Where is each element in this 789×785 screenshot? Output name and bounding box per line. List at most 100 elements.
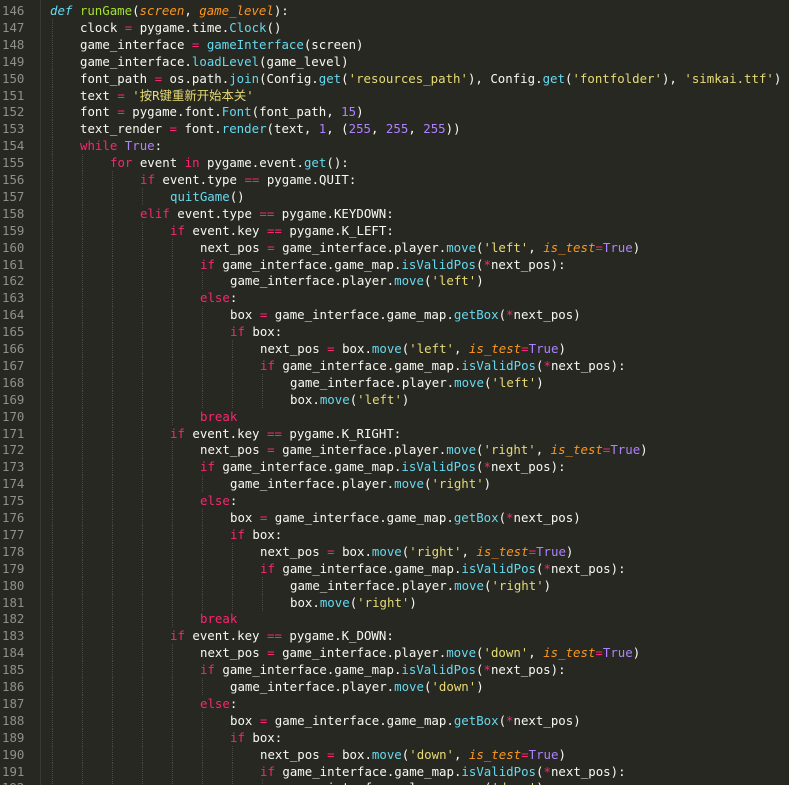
code-line[interactable]: 192 game_interface.player.move('down') — [0, 779, 789, 785]
code-line[interactable]: 176 box = game_interface.game_map.getBox(… — [0, 509, 789, 526]
code-text[interactable]: if event.key == pygame.K_DOWN: — [170, 627, 394, 644]
code-text[interactable]: break — [200, 610, 237, 627]
code-text[interactable]: else: — [200, 289, 237, 306]
code-text[interactable]: if game_interface.game_map.isValidPos(*n… — [260, 357, 626, 374]
code-line[interactable]: 168 game_interface.player.move('left') — [0, 373, 789, 391]
indent-guide — [52, 711, 53, 729]
code-line[interactable]: 154 while True: — [0, 137, 789, 155]
code-line[interactable]: 151 text = '按R键重新开始本关' — [0, 86, 789, 104]
code-text[interactable]: else: — [200, 492, 237, 509]
code-text[interactable]: if box: — [230, 729, 282, 746]
code-line[interactable]: 173 if game_interface.game_map.isValidPos… — [0, 458, 789, 476]
code-line[interactable]: 186 game_interface.player.move('down') — [0, 678, 789, 695]
code-line[interactable]: 182 break — [0, 610, 789, 628]
code-line[interactable]: 147 clock = pygame.time.Clock() — [0, 18, 789, 36]
code-line[interactable]: 169 box.move('left') — [0, 390, 789, 408]
code-text[interactable]: next_pos = box.move('right', is_test=Tru… — [260, 543, 573, 560]
code-text[interactable]: quitGame() — [170, 188, 245, 205]
code-text[interactable]: box = game_interface.game_map.getBox(*ne… — [230, 712, 581, 729]
code-line[interactable]: 184 next_pos = game_interface.player.move… — [0, 644, 789, 662]
code-text[interactable]: elif event.type == pygame.KEYDOWN: — [140, 205, 394, 222]
code-text[interactable]: game_interface.player.move('right') — [230, 475, 491, 492]
code-line[interactable]: 149 game_interface.loadLevel(game_level) — [0, 52, 789, 70]
code-text[interactable]: if game_interface.game_map.isValidPos(*n… — [260, 763, 626, 780]
code-text[interactable]: text_render = font.render(text, 1, (255,… — [80, 120, 461, 137]
code-text[interactable]: font = pygame.font.Font(font_path, 15) — [80, 103, 364, 120]
code-text[interactable]: if box: — [230, 323, 282, 340]
code-text[interactable]: break — [200, 408, 237, 425]
code-text[interactable]: clock = pygame.time.Clock() — [80, 19, 281, 36]
code-line[interactable]: 172 next_pos = game_interface.player.move… — [0, 441, 789, 459]
code-line[interactable]: 167 if game_interface.game_map.isValidPos… — [0, 356, 789, 374]
code-text[interactable]: box.move('right') — [290, 594, 417, 611]
line-number: 146 — [2, 3, 25, 18]
code-line[interactable]: 190 next_pos = box.move('down', is_test=T… — [0, 745, 789, 763]
code-line[interactable]: 161 if game_interface.game_map.isValidPos… — [0, 255, 789, 273]
code-text[interactable]: if game_interface.game_map.isValidPos(*n… — [200, 661, 566, 678]
code-line[interactable]: 191 if game_interface.game_map.isValidPos… — [0, 762, 789, 780]
code-text[interactable]: game_interface.player.move('left') — [230, 272, 484, 289]
code-line[interactable]: 178 next_pos = box.move('right', is_test=… — [0, 542, 789, 560]
code-text[interactable]: font_path = os.path.join(Config.get('res… — [80, 70, 781, 87]
code-text[interactable]: while True: — [80, 137, 162, 154]
code-text[interactable]: def runGame(screen, game_level): — [50, 2, 289, 19]
code-text[interactable]: game_interface = gameInterface(screen) — [80, 36, 364, 53]
code-text[interactable]: next_pos = box.move('left', is_test=True… — [260, 340, 566, 357]
code-line[interactable]: 175 else: — [0, 492, 789, 510]
code-text[interactable]: if game_interface.game_map.isValidPos(*n… — [200, 256, 566, 273]
code-text[interactable]: next_pos = game_interface.player.move('r… — [200, 441, 648, 458]
code-line[interactable]: 146 def runGame(screen, game_level): — [0, 2, 789, 19]
code-text[interactable]: if game_interface.game_map.isValidPos(*n… — [260, 560, 626, 577]
code-text[interactable]: box = game_interface.game_map.getBox(*ne… — [230, 509, 581, 526]
code-text[interactable]: for event in pygame.event.get(): — [110, 154, 349, 171]
indent-guide — [52, 492, 53, 510]
code-line[interactable]: 181 box.move('right') — [0, 593, 789, 611]
code-line[interactable]: 166 next_pos = box.move('left', is_test=T… — [0, 340, 789, 357]
code-text[interactable]: if box: — [230, 526, 282, 543]
code-text[interactable]: game_interface.player.move('right') — [290, 577, 551, 594]
code-text[interactable]: else: — [200, 695, 237, 712]
code-line[interactable]: 164 box = game_interface.game_map.getBox(… — [0, 306, 789, 324]
code-line[interactable]: 180 game_interface.player.move('right') — [0, 576, 789, 594]
code-line[interactable]: 189 if box: — [0, 728, 789, 746]
code-line[interactable]: 187 else: — [0, 694, 789, 712]
code-line[interactable]: 171 if event.key == pygame.K_RIGHT: — [0, 424, 789, 442]
code-token: if — [170, 222, 185, 238]
code-text[interactable]: if event.key == pygame.K_RIGHT: — [170, 425, 401, 442]
code-line[interactable]: 174 game_interface.player.move('right') — [0, 475, 789, 493]
code-text[interactable]: box = game_interface.game_map.getBox(*ne… — [230, 306, 581, 323]
code-line[interactable]: 153 text_render = font.render(text, 1, (2… — [0, 120, 789, 138]
code-line[interactable]: 185 if game_interface.game_map.isValidPos… — [0, 661, 789, 679]
code-line[interactable]: 165 if box: — [0, 323, 789, 341]
code-text[interactable]: next_pos = game_interface.player.move('d… — [200, 644, 640, 661]
code-line[interactable]: 158 elif event.type == pygame.KEYDOWN: — [0, 204, 789, 222]
code-line[interactable]: 157 quitGame() — [0, 187, 789, 205]
code-text[interactable]: if game_interface.game_map.isValidPos(*n… — [200, 458, 566, 475]
code-line[interactable]: 148 game_interface = gameInterface(screen… — [0, 35, 789, 53]
code-text[interactable]: if event.type == pygame.QUIT: — [140, 171, 356, 188]
code-editor[interactable]: 146 def runGame(screen, game_level): 147 cl… — [0, 0, 789, 785]
code-line[interactable]: 150 font_path = os.path.join(Config.get('… — [0, 69, 789, 87]
code-text[interactable]: game_interface.player.move('left') — [290, 374, 544, 391]
code-line[interactable]: 160 next_pos = game_interface.player.move… — [0, 238, 789, 256]
code-text[interactable]: next_pos = box.move('down', is_test=True… — [260, 746, 566, 763]
code-text[interactable]: if event.key == pygame.K_LEFT: — [170, 222, 394, 239]
code-line[interactable]: 156 if event.type == pygame.QUIT: — [0, 171, 789, 188]
code-line[interactable]: 163 else: — [0, 289, 789, 307]
indent-guide — [172, 525, 173, 543]
code-text[interactable]: next_pos = game_interface.player.move('l… — [200, 239, 640, 256]
code-text[interactable]: game_interface.player.move('down') — [230, 678, 484, 695]
code-text[interactable]: game_interface.player.move('down') — [290, 779, 544, 785]
code-text[interactable]: box.move('left') — [290, 391, 409, 408]
code-line[interactable]: 155 for event in pygame.event.get(): — [0, 154, 789, 172]
code-line[interactable]: 177 if box: — [0, 525, 789, 543]
code-text[interactable]: game_interface.loadLevel(game_level) — [80, 53, 349, 70]
code-line[interactable]: 183 if event.key == pygame.K_DOWN: — [0, 627, 789, 645]
code-line[interactable]: 162 game_interface.player.move('left') — [0, 272, 789, 290]
code-line[interactable]: 188 box = game_interface.game_map.getBox(… — [0, 711, 789, 729]
code-line[interactable]: 179 if game_interface.game_map.isValidPos… — [0, 559, 789, 577]
code-text[interactable]: text = '按R键重新开始本关' — [80, 87, 254, 104]
code-line[interactable]: 152 font = pygame.font.Font(font_path, 15… — [0, 103, 789, 121]
code-line[interactable]: 159 if event.key == pygame.K_LEFT: — [0, 221, 789, 239]
code-line[interactable]: 170 break — [0, 407, 789, 425]
